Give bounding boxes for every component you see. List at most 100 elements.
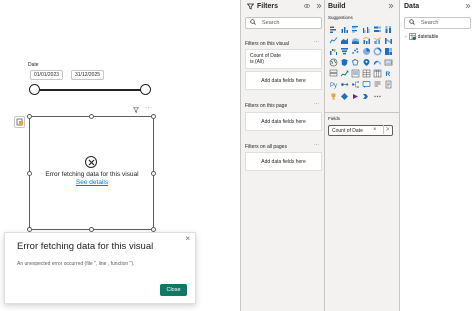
trophy-icon[interactable]	[328, 91, 338, 101]
filter-icon	[246, 3, 255, 12]
shape-map-icon[interactable]	[350, 58, 360, 68]
collapse-pane-icon[interactable]	[465, 3, 471, 11]
filter-card-count-of-date[interactable]: Count of Date is (All)	[245, 49, 322, 69]
build-pane: Build Suggestions 123 R Py Fields	[325, 0, 399, 311]
svg-text:Py: Py	[330, 83, 337, 89]
table-icon	[408, 33, 416, 40]
paginated-report-icon[interactable]	[384, 80, 394, 90]
all-pages-filters-drop-zone[interactable]: Add data fields here	[245, 152, 322, 171]
stacked-area-chart-icon[interactable]	[350, 35, 360, 45]
format-visual-icon[interactable]	[14, 116, 25, 128]
more-options-icon[interactable]: ···	[314, 39, 319, 45]
kpi-icon[interactable]	[339, 69, 349, 79]
search-icon	[250, 19, 256, 27]
resize-handle-tl[interactable]	[27, 114, 32, 119]
data-pane: Data Search › datetable	[399, 0, 474, 311]
waterfall-chart-icon[interactable]	[328, 46, 338, 56]
table-name: datetable	[417, 33, 439, 40]
power-automate-icon[interactable]	[362, 91, 372, 101]
card-icon[interactable]: 123	[384, 58, 394, 68]
field-chevron-icon[interactable]: >	[383, 125, 391, 134]
slicer-icon[interactable]	[350, 69, 360, 79]
search-icon	[409, 19, 415, 27]
more-options-icon[interactable]: ···	[145, 105, 153, 111]
dialog-title: Error fetching data for this visual	[17, 241, 154, 252]
field-chip-count-of-date[interactable]: Count of Date × >	[328, 125, 393, 136]
filters-search-input[interactable]: Search	[245, 17, 322, 29]
qa-icon[interactable]	[362, 80, 372, 90]
filled-map-icon[interactable]	[339, 58, 349, 68]
decomposition-tree-icon[interactable]	[350, 80, 360, 90]
see-details-link[interactable]: See details	[76, 179, 108, 186]
collapse-pane-icon[interactable]	[316, 3, 322, 11]
100-stacked-bar-chart-icon[interactable]	[373, 24, 383, 34]
slicer-start-handle[interactable]	[29, 84, 40, 95]
close-button[interactable]: Close	[160, 284, 187, 296]
fields-label: Fields	[328, 116, 341, 121]
slicer-end-handle[interactable]	[140, 84, 151, 95]
table-icon[interactable]	[362, 69, 372, 79]
resize-handle-l[interactable]	[27, 171, 32, 176]
clustered-bar-chart-icon[interactable]	[350, 24, 360, 34]
python-visual-icon[interactable]: Py	[328, 80, 338, 90]
100-stacked-column-chart-icon[interactable]	[384, 24, 394, 34]
stacked-column-chart-icon[interactable]	[339, 24, 349, 34]
slicer-start-date-input[interactable]: 01/01/2023	[30, 70, 63, 80]
page-filters-drop-zone[interactable]: Add data fields here	[245, 112, 322, 131]
treemap-icon[interactable]	[384, 46, 394, 56]
key-influencers-icon[interactable]	[339, 80, 349, 90]
build-pane-title: Build	[328, 3, 346, 10]
visual-error-text: Error fetching data for this visual	[45, 171, 139, 178]
map-icon[interactable]	[328, 58, 338, 68]
filter-icon[interactable]	[132, 107, 140, 115]
filters-pane: Filters Search Filters on this visual ··…	[240, 0, 325, 311]
filters-on-all-pages-label: Filters on all pages	[245, 144, 287, 150]
line-and-clustered-column-icon[interactable]	[373, 35, 383, 45]
ribbon-chart-icon[interactable]	[384, 35, 394, 45]
stacked-bar-chart-icon[interactable]	[328, 24, 338, 34]
azure-map-icon[interactable]	[362, 58, 372, 68]
resize-handle-t[interactable]	[89, 114, 94, 119]
matrix-icon[interactable]	[373, 69, 383, 79]
gauge-icon[interactable]	[373, 58, 383, 68]
resize-handle-r[interactable]	[151, 171, 156, 176]
r-visual-icon[interactable]: R	[384, 69, 394, 79]
close-icon[interactable]: ×	[185, 234, 190, 243]
field-chip-label: Count of Date	[332, 127, 363, 134]
collapse-pane-icon[interactable]	[388, 3, 394, 11]
visual-error-message: Error fetching data for this visual See …	[40, 171, 144, 187]
clustered-column-chart-icon[interactable]	[362, 24, 372, 34]
filters-search-placeholder: Search	[262, 20, 280, 26]
line-and-column-chart-icon[interactable]	[362, 35, 372, 45]
scatter-chart-icon[interactable]	[350, 46, 360, 56]
more-visuals-icon[interactable]	[373, 91, 383, 101]
more-options-icon[interactable]: ···	[314, 101, 319, 107]
slicer-title: Date	[28, 62, 39, 68]
resize-handle-tr[interactable]	[151, 114, 156, 119]
eye-icon[interactable]	[304, 3, 310, 11]
data-pane-title: Data	[404, 3, 420, 10]
line-chart-icon[interactable]	[328, 35, 338, 45]
power-apps-icon[interactable]	[350, 91, 360, 101]
filters-pane-title: Filters	[257, 3, 279, 10]
remove-field-icon[interactable]: ×	[373, 127, 377, 133]
narrative-icon[interactable]	[373, 80, 383, 90]
error-x-icon	[85, 156, 97, 168]
diamond-icon[interactable]	[339, 91, 349, 101]
table-datetable[interactable]: › datetable	[405, 33, 438, 40]
power-bi-report-editor: Date 01/01/2023 31/12/2025 ··· Error fet…	[0, 0, 474, 311]
pie-chart-icon[interactable]	[362, 46, 372, 56]
multi-row-card-icon[interactable]	[328, 69, 338, 79]
data-search-input[interactable]: Search	[404, 17, 471, 29]
area-chart-icon[interactable]	[339, 35, 349, 45]
visualization-gallery: 123 R Py	[328, 24, 394, 101]
funnel-chart-icon[interactable]	[339, 46, 349, 56]
chevron-right-icon[interactable]: ›	[405, 34, 407, 40]
donut-chart-icon[interactable]	[373, 46, 383, 56]
slicer-end-date-input[interactable]: 31/12/2025	[71, 70, 104, 80]
filters-on-page-label: Filters on this page	[245, 103, 288, 109]
visual-filters-drop-zone[interactable]: Add data fields here	[245, 71, 322, 90]
more-options-icon[interactable]: ···	[314, 142, 319, 148]
svg-text:123: 123	[386, 61, 392, 65]
data-search-placeholder: Search	[421, 20, 439, 26]
